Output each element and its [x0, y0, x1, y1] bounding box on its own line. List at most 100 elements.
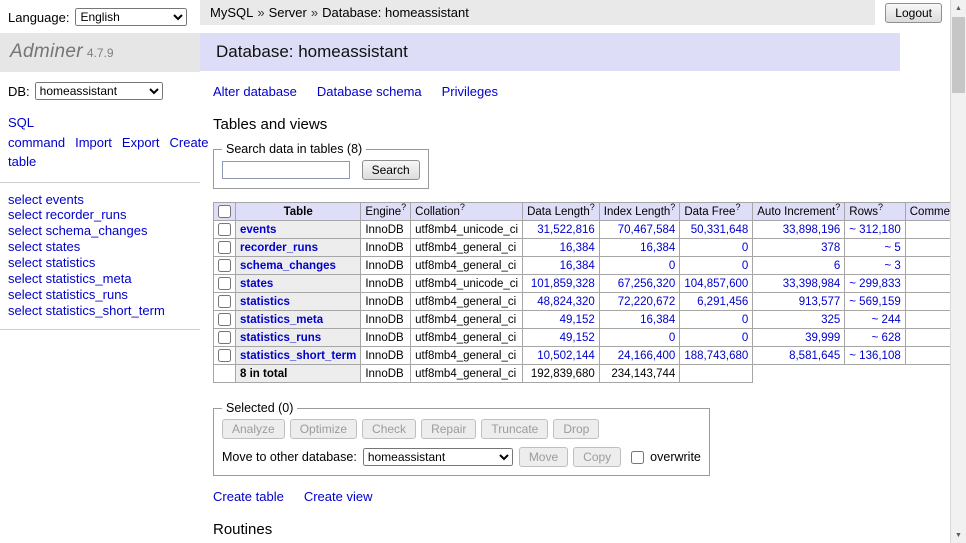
sidebar-table-item: select statistics_runs	[8, 287, 192, 303]
row-checkbox[interactable]	[218, 349, 231, 362]
sidebar-link-select-schema-changes[interactable]: select schema_changes	[8, 223, 147, 238]
sidebar-link-select-statistics-meta[interactable]: select statistics_meta	[8, 271, 132, 286]
cell-auto_increment: 8,581,645	[753, 347, 845, 365]
sidebar-tables-list: select eventsselect recorder_runsselect …	[0, 183, 200, 331]
sidebar-action-import[interactable]: Import	[75, 135, 112, 150]
db-link-database-schema[interactable]: Database schema	[317, 84, 422, 99]
overwrite-checkbox[interactable]	[631, 451, 644, 464]
cell-index_length: 67,256,320	[599, 275, 680, 293]
selected-legend: Selected (0)	[222, 401, 297, 415]
table-name-link[interactable]: recorder_runs	[240, 242, 318, 254]
db-label: DB:	[8, 84, 30, 99]
move-db-select[interactable]: homeassistant	[363, 448, 513, 466]
row-checkbox[interactable]	[218, 313, 231, 326]
copy-button[interactable]: Copy	[573, 447, 621, 467]
row-checkbox[interactable]	[218, 223, 231, 236]
help-link[interactable]: ?	[590, 202, 595, 212]
sidebar-action-export[interactable]: Export	[122, 135, 160, 150]
breadcrumb-separator: »	[257, 5, 264, 20]
sidebar-link-select-recorder-runs[interactable]: select recorder_runs	[8, 207, 127, 222]
cell-index_length: 0	[599, 329, 680, 347]
cell-engine: InnoDB	[361, 221, 411, 239]
cell-collation: utf8mb4_general_ci	[411, 311, 523, 329]
cell-engine: InnoDB	[361, 293, 411, 311]
table-name-link[interactable]: statistics_short_term	[240, 350, 356, 362]
vertical-scrollbar[interactable]: ▲ ▼	[950, 0, 966, 543]
language-select[interactable]: English	[75, 8, 187, 26]
help-link[interactable]: ?	[460, 202, 465, 212]
row-checkbox[interactable]	[218, 259, 231, 272]
column-header-rows: Rows?	[845, 203, 905, 221]
create-table-link[interactable]: Create table	[213, 489, 284, 504]
help-link[interactable]: ?	[401, 202, 406, 212]
table-name-link[interactable]: states	[240, 278, 273, 290]
cell-data_free: 6,291,456	[680, 293, 753, 311]
db-link-privileges[interactable]: Privileges	[442, 84, 498, 99]
cell-auto_increment: 33,898,196	[753, 221, 845, 239]
database-action-links: Alter database Database schema Privileges	[213, 84, 950, 99]
row-checkbox[interactable]	[218, 295, 231, 308]
column-header-auto-increment: Auto Increment?	[753, 203, 845, 221]
create-view-link[interactable]: Create view	[304, 489, 373, 504]
table-name-link[interactable]: events	[240, 224, 276, 236]
cell-data_length: 49,152	[523, 311, 600, 329]
scroll-down-icon[interactable]: ▼	[951, 527, 966, 543]
search-button[interactable]: Search	[362, 160, 420, 180]
sidebar-link-select-events[interactable]: select events	[8, 192, 84, 207]
move-button[interactable]: Move	[519, 447, 568, 467]
table-name-link[interactable]: schema_changes	[240, 260, 336, 272]
column-header-data-length: Data Length?	[523, 203, 600, 221]
total-label: 8 in total	[236, 365, 361, 383]
table-row: statistics_short_termInnoDButf8mb4_gener…	[214, 347, 966, 365]
sidebar-link-select-statistics[interactable]: select statistics	[8, 255, 95, 270]
breadcrumb: MySQL»Server»Database: homeassistant	[200, 0, 875, 25]
cell-data_free: 0	[680, 311, 753, 329]
adminer-logo[interactable]: Adminer	[10, 41, 83, 62]
sidebar-link-select-states[interactable]: select states	[8, 239, 80, 254]
sidebar-link-select-statistics-runs[interactable]: select statistics_runs	[8, 287, 128, 302]
row-checkbox[interactable]	[218, 241, 231, 254]
row-checkbox[interactable]	[218, 277, 231, 290]
breadcrumb-mysql-link[interactable]: MySQL	[210, 5, 253, 20]
table-row: statesInnoDButf8mb4_unicode_ci101,859,32…	[214, 275, 966, 293]
sidebar-table-item: select states	[8, 239, 192, 255]
breadcrumb-server-link[interactable]: Server	[269, 5, 307, 20]
repair-button[interactable]: Repair	[421, 419, 476, 439]
logout-button[interactable]: Logout	[885, 3, 942, 23]
help-link[interactable]: ?	[735, 202, 740, 212]
scroll-up-icon[interactable]: ▲	[951, 0, 966, 16]
cell-data_free: 0	[680, 257, 753, 275]
total-empty-cell	[680, 365, 753, 383]
analyze-button[interactable]: Analyze	[222, 419, 285, 439]
optimize-button[interactable]: Optimize	[290, 419, 357, 439]
overwrite-label: overwrite	[627, 448, 701, 467]
help-link[interactable]: ?	[835, 202, 840, 212]
table-header-row: TableEngine?Collation?Data Length?Index …	[214, 203, 966, 221]
search-input[interactable]	[222, 161, 350, 179]
language-label: Language:	[8, 10, 69, 25]
cell-collation: utf8mb4_unicode_ci	[411, 221, 523, 239]
check-button[interactable]: Check	[362, 419, 416, 439]
table-name-link[interactable]: statistics_meta	[240, 314, 323, 326]
scrollbar-thumb[interactable]	[952, 17, 965, 93]
drop-button[interactable]: Drop	[553, 419, 599, 439]
select-all-checkbox[interactable]	[218, 205, 231, 218]
db-select[interactable]: homeassistant	[35, 82, 163, 100]
table-name-link[interactable]: statistics_runs	[240, 332, 321, 344]
row-checkbox[interactable]	[218, 331, 231, 344]
cell-data_length: 16,384	[523, 257, 600, 275]
cell-auto_increment: 325	[753, 311, 845, 329]
cell-engine: InnoDB	[361, 329, 411, 347]
column-header-index-length: Index Length?	[599, 203, 680, 221]
db-link-alter-database[interactable]: Alter database	[213, 84, 297, 99]
truncate-button[interactable]: Truncate	[481, 419, 548, 439]
sidebar-action-sql-command[interactable]: SQL command	[8, 115, 65, 150]
help-link[interactable]: ?	[878, 202, 883, 212]
cell-rows: ~ 569,159	[845, 293, 905, 311]
cell-collation: utf8mb4_general_ci	[411, 329, 523, 347]
help-link[interactable]: ?	[670, 202, 675, 212]
cell-engine: InnoDB	[361, 257, 411, 275]
sidebar-link-select-statistics-short-term[interactable]: select statistics_short_term	[8, 303, 165, 318]
table-row: schema_changesInnoDButf8mb4_general_ci16…	[214, 257, 966, 275]
table-name-link[interactable]: statistics	[240, 296, 290, 308]
